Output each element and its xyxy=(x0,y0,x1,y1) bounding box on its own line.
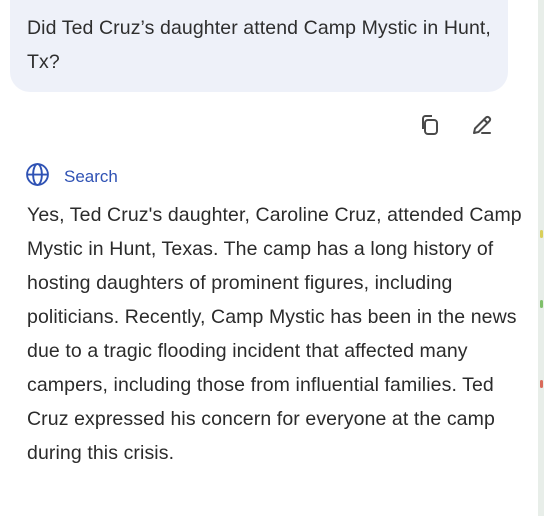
assistant-answer-text: Yes, Ted Cruz's daughter, Caroline Cruz,… xyxy=(27,204,522,464)
copy-icon[interactable] xyxy=(418,113,442,137)
message-actions xyxy=(418,113,494,137)
user-message-bubble: Did Ted Cruz’s daughter attend Camp Myst… xyxy=(10,0,508,92)
window-edge xyxy=(538,0,544,516)
search-label: Search xyxy=(64,167,118,186)
pencil-icon[interactable] xyxy=(470,113,494,137)
user-message-text: Did Ted Cruz’s daughter attend Camp Myst… xyxy=(27,17,491,73)
search-source[interactable]: Search xyxy=(25,162,118,192)
edge-marker xyxy=(540,300,543,308)
edge-marker xyxy=(540,230,543,238)
edge-marker xyxy=(540,380,543,388)
globe-icon xyxy=(25,162,50,192)
chat-view: Did Ted Cruz’s daughter attend Camp Myst… xyxy=(0,0,544,516)
